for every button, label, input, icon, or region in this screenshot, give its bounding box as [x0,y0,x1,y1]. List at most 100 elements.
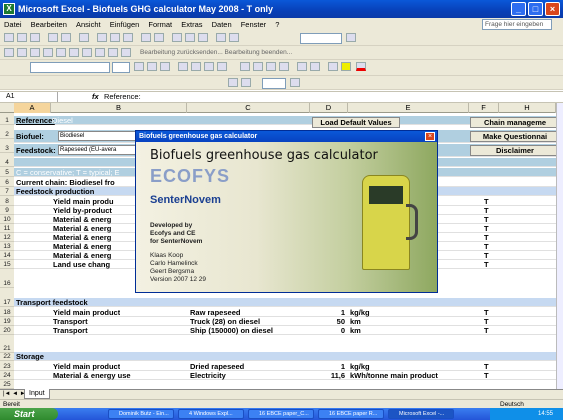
indent-icon[interactable] [297,62,307,71]
row-header[interactable]: 12 [0,233,14,243]
save-icon[interactable] [30,33,40,42]
col-a[interactable]: A [14,103,51,113]
fill-color-icon[interactable] [341,62,351,71]
cell-f[interactable]: T [484,242,489,251]
menu-ansicht[interactable]: Ansicht [76,20,101,29]
task-excel[interactable]: Microsoft Excel -... [388,409,454,419]
cell-c[interactable]: Truck (28) on diesel [190,317,260,326]
row-header[interactable]: 25 [0,380,14,390]
cell-f[interactable]: T [484,371,489,380]
cell-f[interactable]: T [484,260,489,269]
menu-format[interactable]: Format [148,20,172,29]
cell-b[interactable]: Material & energy use [53,371,131,380]
sort-icon[interactable] [198,33,208,42]
row-header[interactable]: 14 [0,251,14,261]
cell-e[interactable]: km [350,317,361,326]
review-icon-7[interactable] [82,48,92,57]
task-ebce-r[interactable]: 16 EBCE paper R... [318,409,384,419]
size-dropdown[interactable] [112,62,130,73]
cell-e[interactable]: kWh/tonne main product [350,371,438,380]
row-header[interactable]: 23 [0,362,14,372]
cell-b[interactable]: Transport [53,326,88,335]
help-search-input[interactable]: Frage hier eingeben [482,19,552,30]
cell-b[interactable]: Material & energ [53,251,111,260]
align-center-icon[interactable] [191,62,201,71]
row-header[interactable]: 2 [0,130,14,140]
row-header[interactable]: 18 [0,308,14,318]
cell-d[interactable]: 50 [312,317,345,326]
reference-value[interactable]: Diesel [52,116,73,125]
menu-datei[interactable]: Datei [4,20,22,29]
load-default-values-button[interactable]: Load Default Values [312,117,400,128]
row-header[interactable]: 7 [0,187,14,197]
menu-extras[interactable]: Extras [181,20,202,29]
open-icon[interactable] [17,33,27,42]
splash-close-button[interactable]: × [425,132,435,141]
hyperlink-icon[interactable] [172,33,182,42]
undo-icon[interactable] [141,33,151,42]
task-dominik[interactable]: Dominik Butz - Ein... [108,409,174,419]
row-header[interactable]: 8 [0,197,14,207]
preview-icon[interactable] [61,33,71,42]
col-c[interactable]: C [187,103,310,113]
currency-icon[interactable] [240,62,250,71]
color-dropdown[interactable] [262,78,286,89]
review-text[interactable]: Bearbeitung zurücksenden... Bearbeitung … [140,47,292,58]
row-header[interactable]: 15 [0,260,14,270]
row-header[interactable]: 19 [0,317,14,327]
cell-c[interactable]: Ship (150000) on diesel [190,326,273,335]
paste-icon[interactable] [123,33,133,42]
align-right-icon[interactable] [204,62,214,71]
row-header[interactable]: 9 [0,206,14,216]
cell-f[interactable]: T [484,317,489,326]
arrow-icon[interactable] [241,78,251,87]
review-icon-8[interactable] [95,48,105,57]
row-header[interactable]: 3 [0,144,14,154]
row-header[interactable]: 24 [0,371,14,381]
cell-e[interactable]: kg/kg [350,362,370,371]
minimize-button[interactable]: _ [511,2,526,16]
font-color-icon[interactable] [356,62,366,71]
row-header[interactable]: 4 [0,158,14,168]
cell-b[interactable]: Material & energ [53,233,111,242]
cell-b[interactable]: Land use chang [53,260,110,269]
cell-d[interactable]: 1 [312,308,345,317]
review-icon-2[interactable] [17,48,27,57]
menu-help[interactable]: ? [275,20,279,29]
start-button[interactable]: Start [0,408,58,420]
decimal-icon[interactable] [279,62,289,71]
row-header[interactable]: 17 [0,298,14,308]
row-header[interactable]: 1 [0,116,14,126]
close-button[interactable]: × [545,2,560,16]
cell-c[interactable]: Electricity [190,371,226,380]
cell-d[interactable]: 1 [312,362,345,371]
col-b[interactable]: B [51,103,187,113]
review-icon-6[interactable] [69,48,79,57]
thousands-icon[interactable] [266,62,276,71]
cell-b[interactable]: Yield by-product [53,206,112,215]
cell-b[interactable]: Material & energ [53,224,111,233]
italic-icon[interactable] [147,62,157,71]
zoom-dropdown[interactable] [300,33,342,44]
row-header[interactable]: 16 [0,279,14,289]
spellcheck-icon[interactable] [79,33,89,42]
menu-fenster[interactable]: Fenster [241,20,266,29]
cell-f[interactable]: T [484,197,489,206]
biofuel-input[interactable]: Biodiesel [58,131,136,141]
cell-b[interactable]: Transport [53,317,88,326]
menu-daten[interactable]: Daten [212,20,232,29]
vertical-scrollbar[interactable] [556,103,563,389]
name-box[interactable]: A1 [2,92,58,102]
menu-bearbeiten[interactable]: Bearbeiten [31,20,67,29]
merge-icon[interactable] [217,62,227,71]
row-header[interactable]: 10 [0,215,14,225]
redo-icon[interactable] [154,33,164,42]
col-d[interactable]: D [310,103,348,113]
cell-c[interactable]: Dried rapeseed [190,362,244,371]
formula-input[interactable]: Reference: [104,92,141,102]
review-icon-3[interactable] [30,48,40,57]
help-icon[interactable] [346,33,356,42]
cell-b[interactable]: Yield main product [53,308,120,317]
task-explorer[interactable]: 4 Windows Expl... [178,409,244,419]
bold-icon[interactable] [134,62,144,71]
